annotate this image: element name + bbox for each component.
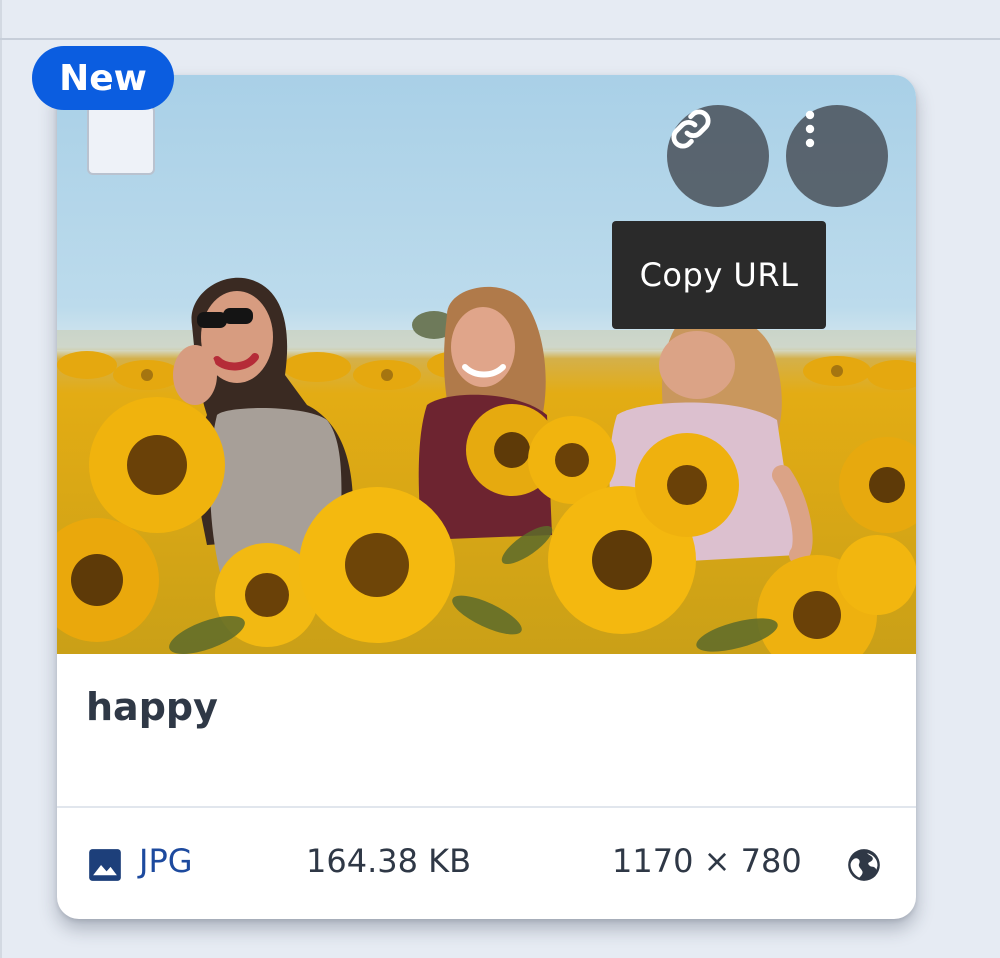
asset-thumbnail[interactable]: Copy URL (57, 75, 916, 654)
more-vertical-icon (805, 110, 815, 148)
globe-icon (848, 849, 880, 881)
asset-meta: JPG 164.38 KB 1170 × 780 (57, 808, 916, 919)
image-dimensions: 1170 × 780 (612, 842, 802, 880)
copy-url-tooltip: Copy URL (612, 221, 826, 329)
file-type: JPG (139, 842, 193, 880)
toolbar-divider (0, 38, 1000, 40)
asset-card[interactable]: Copy URL happy JPG 164.38 KB 1170 × 780 (57, 75, 916, 919)
file-size: 164.38 KB (306, 842, 472, 880)
copy-url-button[interactable] (667, 105, 769, 207)
link-icon (671, 109, 711, 149)
more-options-button[interactable] (786, 105, 888, 207)
new-badge: New (32, 46, 174, 110)
image-icon (89, 849, 121, 881)
asset-title[interactable]: happy (86, 685, 218, 729)
select-checkbox[interactable] (87, 105, 155, 175)
page-left-divider (0, 0, 2, 958)
